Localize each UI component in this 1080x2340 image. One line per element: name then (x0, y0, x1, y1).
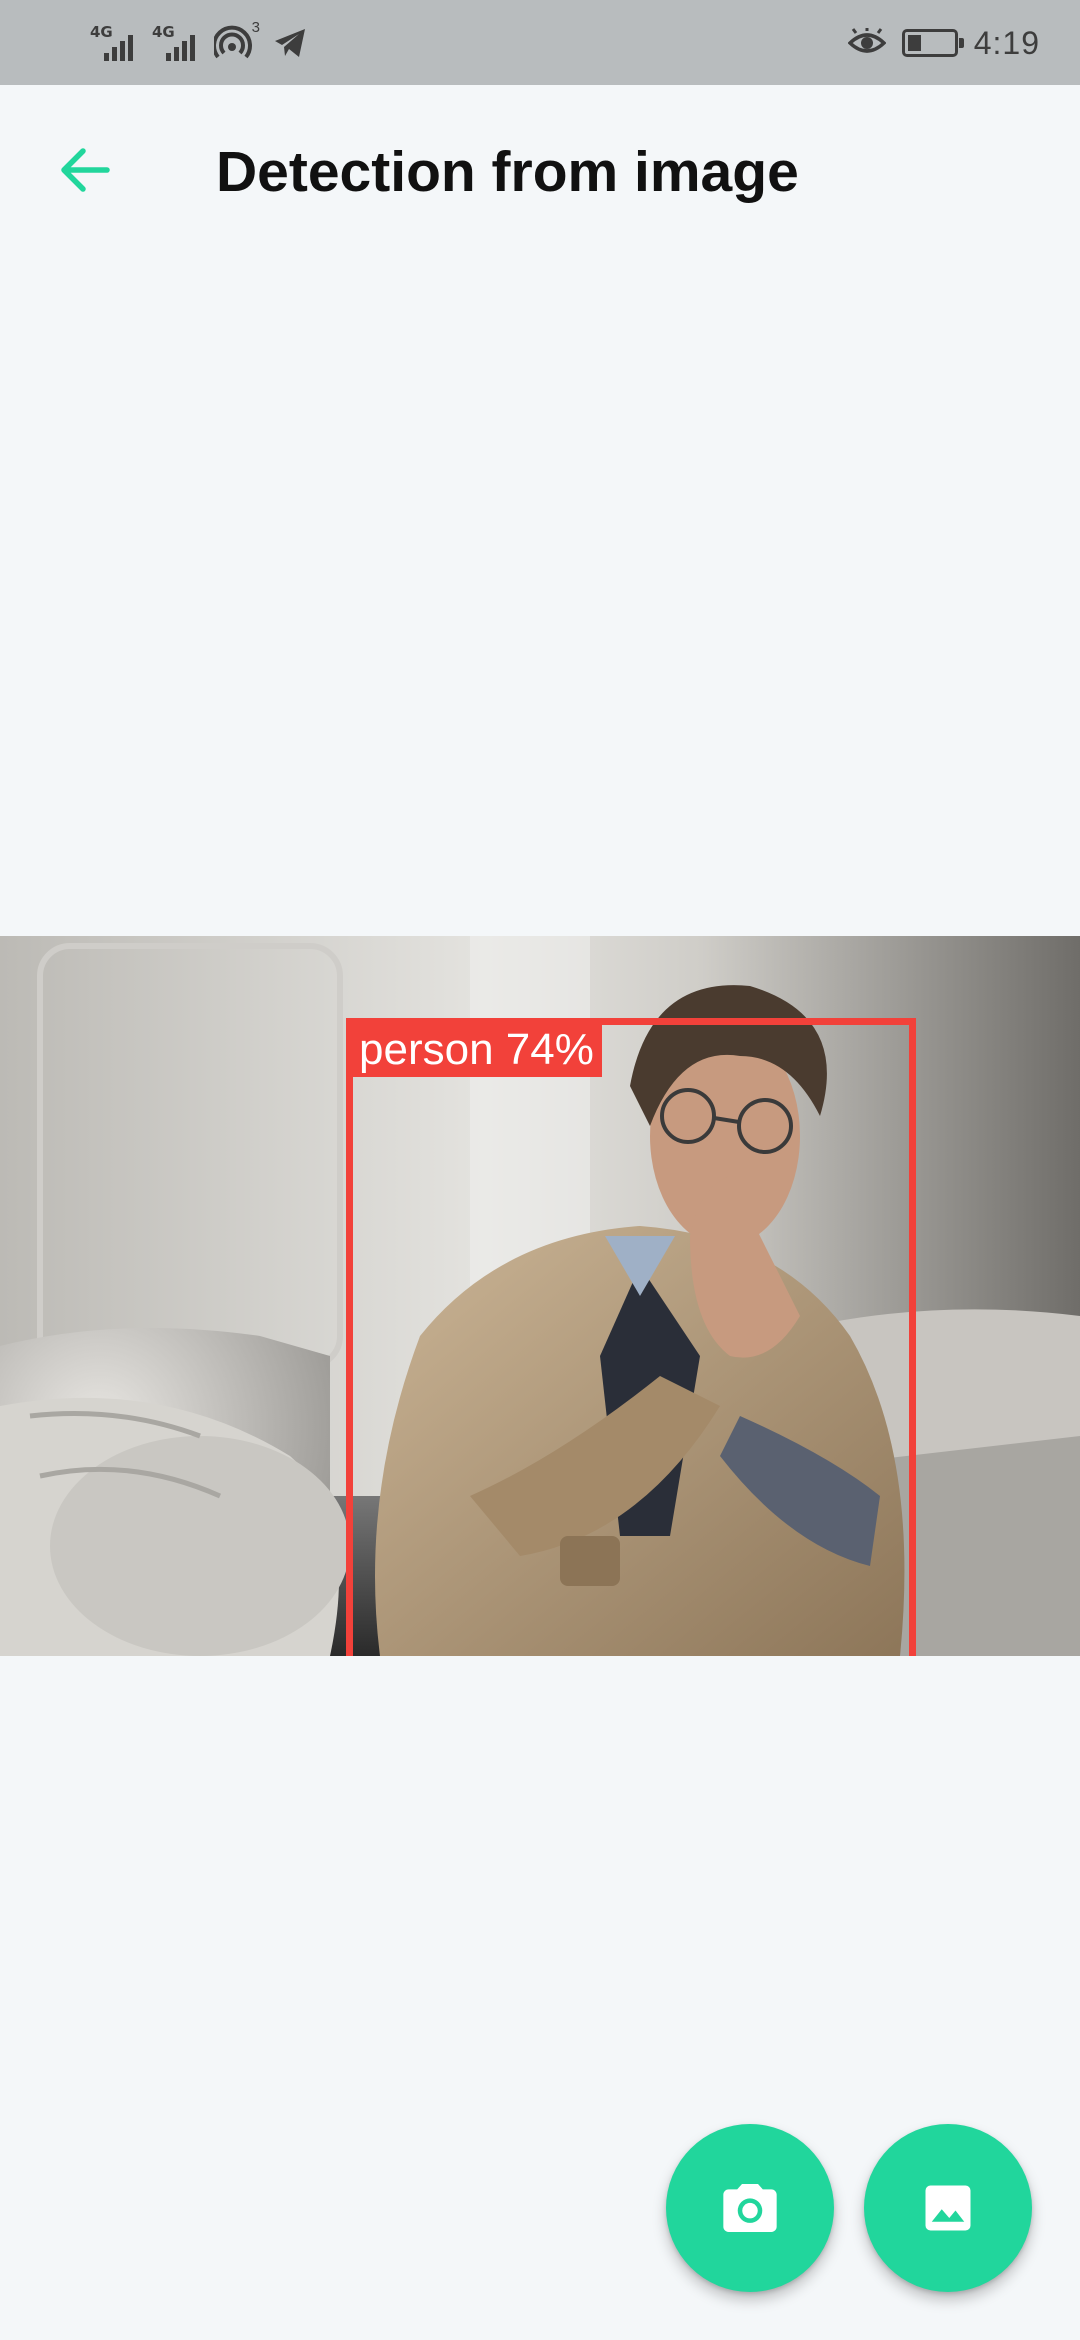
signal-icon: 4G (90, 23, 142, 63)
image-icon (925, 2185, 971, 2231)
camera-icon (723, 2184, 777, 2232)
signal-icon: 4G (152, 23, 204, 63)
status-right-icons: 4:19 (847, 18, 1040, 68)
arrow-left-icon (61, 148, 110, 192)
status-left-icons: 4G 4G 3 (90, 18, 308, 68)
detection-bounding-box: person 74% (346, 1018, 916, 1656)
detection-label: person 74% (353, 1025, 602, 1078)
hotspot-count: 3 (251, 19, 260, 36)
camera-button[interactable] (666, 2124, 834, 2292)
page-title: Detection from image (216, 140, 799, 204)
hotspot-icon: 3 (212, 19, 260, 63)
status-time: 4:19 (973, 24, 1040, 61)
status-bar: 4G 4G 3 4:19 (0, 0, 1080, 85)
back-button[interactable] (40, 125, 130, 215)
detection-image: person 74% (0, 936, 1080, 1656)
battery-icon (901, 29, 964, 57)
app-bar: Detection from image (0, 85, 1080, 255)
gallery-button[interactable] (864, 2124, 1032, 2292)
eye-icon (847, 27, 887, 58)
telegram-icon (272, 25, 308, 61)
